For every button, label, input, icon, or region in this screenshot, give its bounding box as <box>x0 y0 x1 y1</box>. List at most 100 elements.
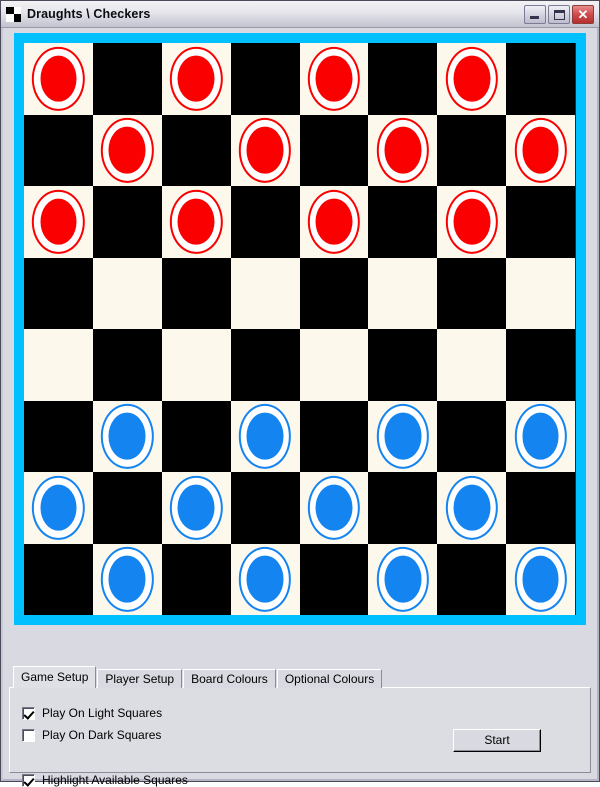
tab-game-setup[interactable]: Game Setup <box>13 666 97 688</box>
red-piece[interactable] <box>170 46 223 111</box>
board-square[interactable] <box>299 472 369 544</box>
board-square[interactable] <box>24 400 93 472</box>
board-square[interactable] <box>92 43 162 115</box>
board-square[interactable] <box>506 329 575 401</box>
tab-board-colours[interactable]: Board Colours <box>183 669 276 688</box>
checkbox-unchecked-icon[interactable] <box>22 728 35 742</box>
board-square[interactable] <box>24 186 93 258</box>
checkbox-checked-icon[interactable] <box>22 706 35 720</box>
board-square[interactable] <box>506 400 575 472</box>
red-piece[interactable] <box>376 118 429 183</box>
board-square[interactable] <box>230 43 300 115</box>
board-square[interactable] <box>161 400 231 472</box>
option-row[interactable]: Play On Dark Squares <box>22 728 161 742</box>
title-bar[interactable]: Draughts \ Checkers ✕ <box>1 1 599 28</box>
blue-piece[interactable] <box>376 404 429 469</box>
board-square[interactable] <box>230 472 300 544</box>
board-square[interactable] <box>92 400 162 472</box>
blue-piece[interactable] <box>170 475 223 540</box>
board-square[interactable] <box>24 472 93 544</box>
board-square[interactable] <box>299 329 369 401</box>
blue-piece[interactable] <box>514 404 567 469</box>
board-square[interactable] <box>299 257 369 329</box>
blue-piece[interactable] <box>238 404 292 469</box>
minimize-button[interactable] <box>524 4 546 24</box>
board-square[interactable] <box>92 543 162 615</box>
board-square[interactable] <box>368 186 438 258</box>
board-square[interactable] <box>24 114 93 186</box>
board-square[interactable] <box>230 114 300 186</box>
board-square[interactable] <box>24 543 93 615</box>
board-square[interactable] <box>437 43 507 115</box>
red-piece[interactable] <box>238 118 292 183</box>
board-square[interactable] <box>506 257 575 329</box>
blue-piece[interactable] <box>101 404 154 469</box>
tab-player-setup[interactable]: Player Setup <box>97 669 183 688</box>
board-square[interactable] <box>506 186 575 258</box>
board-square[interactable] <box>161 186 231 258</box>
board-square[interactable] <box>437 400 507 472</box>
red-piece[interactable] <box>307 46 361 111</box>
board-square[interactable] <box>24 329 93 401</box>
blue-piece[interactable] <box>514 547 567 612</box>
blue-piece[interactable] <box>32 475 85 540</box>
board-square[interactable] <box>230 400 300 472</box>
red-piece[interactable] <box>101 118 154 183</box>
maximize-button[interactable] <box>548 4 570 24</box>
board-square[interactable] <box>92 329 162 401</box>
board-square[interactable] <box>368 400 438 472</box>
blue-piece[interactable] <box>101 547 154 612</box>
board-square[interactable] <box>92 257 162 329</box>
board-square[interactable] <box>368 543 438 615</box>
board-square[interactable] <box>437 114 507 186</box>
board-square[interactable] <box>437 329 507 401</box>
board-square[interactable] <box>506 114 575 186</box>
board-square[interactable] <box>368 43 438 115</box>
board-square[interactable] <box>437 257 507 329</box>
blue-piece[interactable] <box>238 547 292 612</box>
red-piece[interactable] <box>170 189 223 254</box>
board-square[interactable] <box>230 543 300 615</box>
board-square[interactable] <box>368 257 438 329</box>
board-square[interactable] <box>299 186 369 258</box>
board-square[interactable] <box>92 472 162 544</box>
board-square[interactable] <box>161 329 231 401</box>
board-square[interactable] <box>161 472 231 544</box>
board-square[interactable] <box>161 114 231 186</box>
option-row[interactable]: Highlight Available Squares <box>22 773 188 787</box>
board-square[interactable] <box>506 43 575 115</box>
board-square[interactable] <box>299 43 369 115</box>
board-square[interactable] <box>230 257 300 329</box>
red-piece[interactable] <box>307 189 361 254</box>
red-piece[interactable] <box>514 118 567 183</box>
board-square[interactable] <box>161 257 231 329</box>
board-square[interactable] <box>24 43 93 115</box>
board-square[interactable] <box>92 114 162 186</box>
checkers-board[interactable] <box>24 43 576 615</box>
board-square[interactable] <box>437 186 507 258</box>
board-square[interactable] <box>161 543 231 615</box>
board-square[interactable] <box>299 114 369 186</box>
red-piece[interactable] <box>445 189 498 254</box>
start-button[interactable]: Start <box>453 729 541 752</box>
board-square[interactable] <box>506 472 575 544</box>
red-piece[interactable] <box>32 189 85 254</box>
board-square[interactable] <box>506 543 575 615</box>
board-square[interactable] <box>437 543 507 615</box>
blue-piece[interactable] <box>445 475 498 540</box>
option-row[interactable]: Play On Light Squares <box>22 706 162 720</box>
blue-piece[interactable] <box>376 547 429 612</box>
red-piece[interactable] <box>445 46 498 111</box>
red-piece[interactable] <box>32 46 85 111</box>
board-square[interactable] <box>92 186 162 258</box>
board-square[interactable] <box>230 186 300 258</box>
board-square[interactable] <box>299 543 369 615</box>
board-square[interactable] <box>299 400 369 472</box>
board-square[interactable] <box>161 43 231 115</box>
board-square[interactable] <box>368 114 438 186</box>
board-square[interactable] <box>437 472 507 544</box>
close-button[interactable]: ✕ <box>572 4 594 24</box>
board-square[interactable] <box>368 329 438 401</box>
board-square[interactable] <box>24 257 93 329</box>
checkbox-checked-icon[interactable] <box>22 773 35 787</box>
